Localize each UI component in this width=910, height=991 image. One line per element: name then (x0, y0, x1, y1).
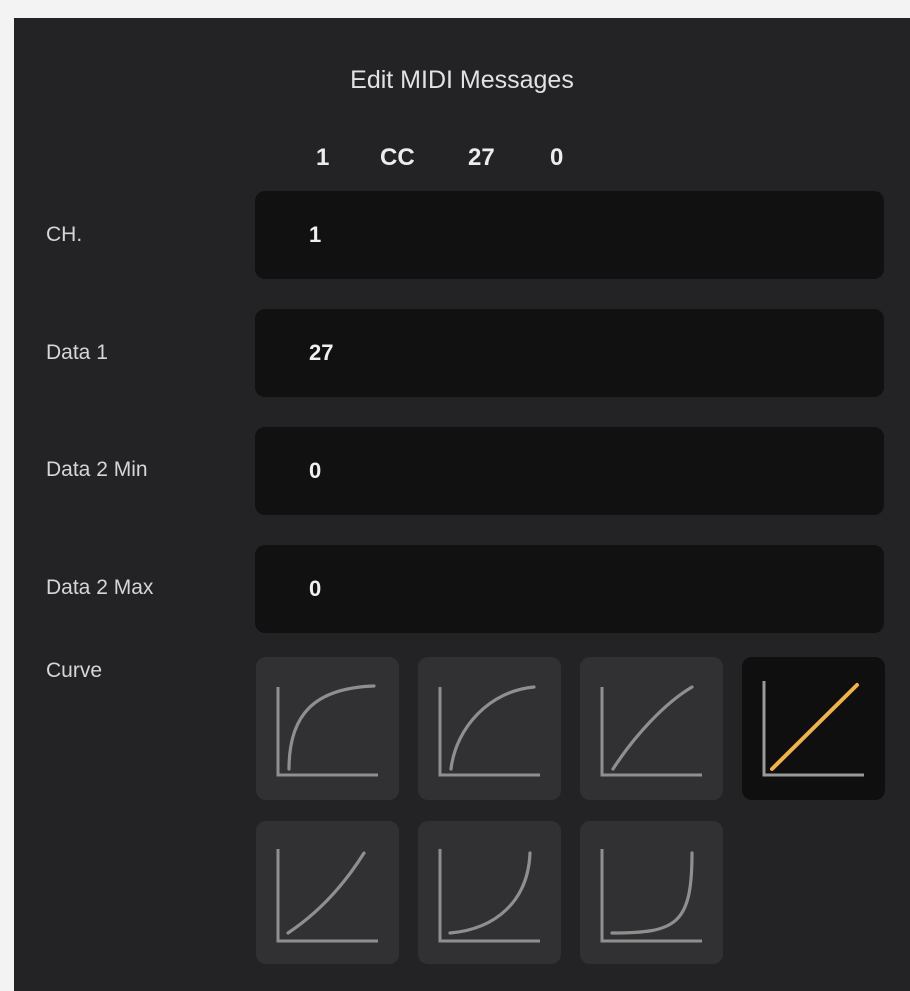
summary-data1: 27 (468, 144, 495, 171)
channel-field[interactable]: 1 (255, 191, 884, 279)
data2-min-value: 0 (309, 458, 322, 483)
curve-option-log-medium[interactable] (418, 657, 561, 800)
summary-channel: 1 (316, 144, 330, 171)
edit-midi-dialog: Edit MIDI Messages 1 CC 27 0 CH. 1 Data … (14, 18, 910, 991)
curve-label: Curve (46, 659, 103, 682)
data2-max-label: Data 2 Max (46, 576, 154, 599)
curve-log-medium-icon (438, 685, 540, 777)
data2-max-field[interactable]: 0 (255, 545, 884, 633)
data2-max-value: 0 (309, 576, 322, 601)
curve-linear-icon (762, 681, 864, 777)
summary-message-type: CC (380, 144, 415, 171)
data1-value: 27 (309, 340, 334, 365)
dialog-title: Edit MIDI Messages (350, 66, 574, 94)
channel-value: 1 (309, 222, 322, 247)
data1-label: Data 1 (46, 341, 108, 364)
curve-option-log-light[interactable] (580, 657, 723, 800)
curve-exp-medium-icon (438, 849, 540, 943)
curve-log-light-icon (600, 685, 702, 777)
curve-option-exp-medium[interactable] (418, 821, 561, 964)
curve-option-exp-light[interactable] (256, 821, 399, 964)
channel-label: CH. (46, 223, 83, 246)
curve-exp-strong-icon (600, 849, 702, 943)
data2-min-label: Data 2 Min (46, 458, 148, 481)
curve-option-exp-strong[interactable] (580, 821, 723, 964)
curve-option-linear[interactable] (742, 657, 885, 800)
curve-log-strong-icon (276, 684, 378, 777)
curve-exp-light-icon (276, 849, 378, 943)
curve-option-log-strong[interactable] (256, 657, 399, 800)
data2-min-field[interactable]: 0 (255, 427, 884, 515)
summary-data2: 0 (550, 144, 564, 171)
data1-field[interactable]: 27 (255, 309, 884, 397)
